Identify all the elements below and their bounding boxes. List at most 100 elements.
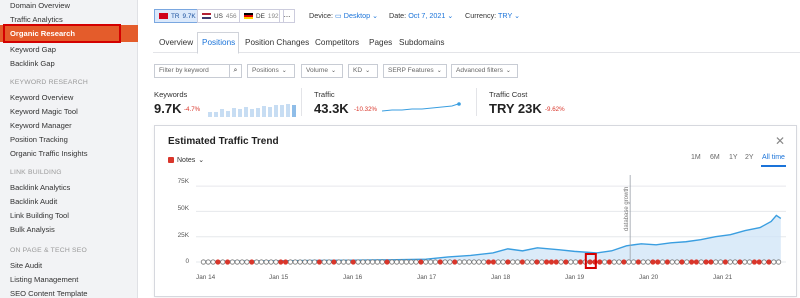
google-update-marker [345,259,352,265]
google-update-marker [379,259,385,265]
google-update-marker [229,259,236,265]
traffic-trend-chart: database growth [196,175,786,269]
google-update-marker [640,259,646,265]
google-update-marker [529,259,535,265]
google-update-marker [205,259,211,265]
google-update-marker [210,259,216,265]
note-marker [215,259,221,265]
google-update-marker [292,259,298,265]
google-update-marker [394,259,400,265]
note-marker [224,259,231,265]
google-update-marker [321,259,327,265]
google-update-marker [253,259,260,265]
google-update-marker [408,259,414,265]
google-update-marker [239,259,245,265]
annotation-label: database growth [624,187,630,231]
google-update-marker [244,259,250,265]
google-update-marker [340,259,347,265]
note-marker [553,259,559,265]
note-marker [249,259,255,265]
note-marker [635,259,642,265]
note-marker [679,259,685,265]
google-update-marker [684,259,690,265]
google-update-marker [616,259,622,265]
google-update-marker [568,259,574,265]
google-update-marker [713,259,719,265]
note-marker [282,259,289,265]
google-update-marker [500,259,506,265]
google-update-marker [732,259,738,265]
note-marker [655,259,661,265]
app-root: Domain Overview Traffic Analytics Organi… [0,0,800,298]
note-marker [316,259,323,265]
google-update-marker [669,259,675,265]
note-marker [693,259,700,265]
google-update-marker [524,259,530,265]
note-marker [505,259,511,265]
google-update-marker [447,259,453,265]
google-update-marker [423,259,429,265]
note-marker [331,259,337,265]
google-update-marker [698,259,704,265]
google-update-marker [365,259,371,265]
google-update-marker [374,259,381,265]
google-update-marker [307,259,313,265]
google-update-marker [645,259,651,265]
google-update-marker [572,259,579,265]
google-update-marker [456,259,463,265]
google-update-marker [476,259,482,265]
google-update-marker [302,259,308,265]
google-update-marker [360,259,366,265]
note-marker [452,259,458,265]
note-marker [350,259,356,265]
note-marker [490,259,497,265]
note-marker [384,259,390,265]
note-marker [708,259,714,265]
google-update-marker [398,259,405,265]
google-update-marker [659,259,666,265]
note-marker [519,259,526,265]
google-update-marker [630,259,637,265]
google-update-marker [611,259,617,265]
google-update-marker [326,259,332,265]
google-update-marker [413,259,419,265]
google-update-marker [626,259,632,265]
google-update-marker [200,259,207,265]
google-update-marker [432,259,439,265]
google-update-marker [263,259,269,265]
google-update-marker [746,259,753,265]
note-marker [563,259,569,265]
google-update-marker [771,259,777,265]
google-update-marker [355,259,361,265]
note-marker [548,259,555,265]
note-marker [766,259,772,265]
note-marker [756,259,762,265]
google-update-marker [601,259,608,265]
note-marker [418,259,424,265]
note-marker [437,259,443,265]
google-update-marker [442,259,448,265]
google-update-marker [481,259,487,265]
google-update-marker [674,259,680,265]
google-update-marker [273,259,279,265]
google-update-marker [311,259,318,265]
google-update-marker [466,259,472,265]
note-marker [621,259,627,265]
note-marker [543,259,550,265]
google-update-marker [539,259,545,265]
google-update-marker [427,259,434,265]
note-marker [722,259,729,265]
note-marker [737,259,743,265]
note-marker [534,259,540,265]
google-update-marker [717,259,724,265]
google-update-marker [234,259,240,265]
traffic-area [203,215,781,262]
note-marker [597,259,603,265]
google-update-marker [389,259,395,265]
google-update-marker [268,259,274,265]
google-update-marker [495,259,501,265]
note-marker [278,259,284,265]
google-update-marker [297,259,303,265]
google-update-marker [558,259,564,265]
note-marker [485,259,492,265]
